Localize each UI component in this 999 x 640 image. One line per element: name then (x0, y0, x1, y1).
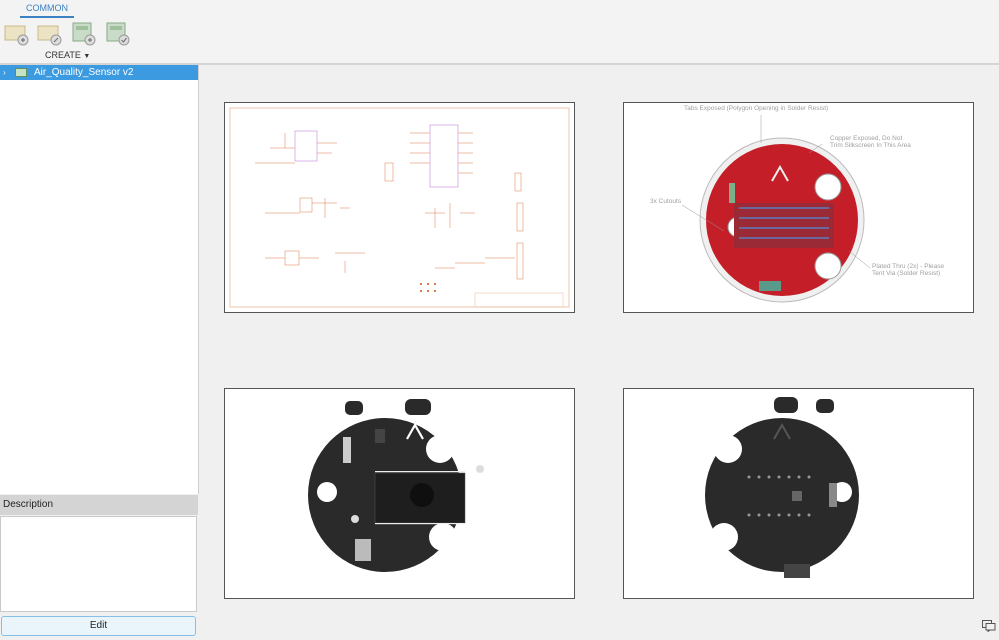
new-library-icon[interactable] (70, 20, 96, 46)
annotation-plated-1: Plated Thru (2x) - Please (872, 263, 945, 270)
design-document-icon (15, 68, 27, 77)
annotation-copper-2: Trim Silkscreen In This Area (830, 142, 911, 149)
create-menu[interactable]: CREATE ▼ (45, 50, 90, 60)
derive-icon[interactable] (104, 20, 130, 46)
chevron-right-icon[interactable]: › (3, 65, 6, 80)
browser-tree: › Air_Quality_Sensor v2 (0, 65, 199, 494)
preview-area: Tabs Exposed (Polygon Opening in Solder … (201, 65, 999, 640)
board-3d-bottom-preview (705, 397, 859, 578)
chevron-down-icon: ▼ (83, 53, 91, 60)
new-design-linked-icon[interactable] (36, 20, 62, 46)
tree-item-label: Air_Quality_Sensor v2 (34, 67, 134, 78)
description-header: Description (0, 495, 198, 515)
create-label: CREATE (45, 50, 81, 60)
annotation-plated-2: Tent Via (Solder Resist) (872, 270, 941, 277)
toolbar: COMMON CREATE ▼ (0, 0, 999, 65)
board-3d-top-thumbnail[interactable] (224, 388, 575, 599)
annotation-cutouts: 3x Cutouts (650, 198, 682, 205)
description-body (0, 516, 197, 612)
annotation-copper-1: Copper Exposed, Do Not (830, 135, 903, 142)
tab-common[interactable]: COMMON (20, 2, 74, 18)
annotation-tabs: Tabs Exposed (Polygon Opening in Solder … (684, 105, 829, 112)
comments-icon[interactable] (982, 620, 996, 632)
new-design-icon[interactable] (3, 20, 29, 46)
schematic-thumbnail[interactable] (224, 102, 575, 313)
board-3d-top-preview (308, 399, 484, 572)
tree-item-design[interactable]: › Air_Quality_Sensor v2 (0, 65, 198, 80)
pcb-layout-preview (681, 115, 871, 303)
edit-button[interactable]: Edit (1, 616, 196, 636)
pcb-layout-thumbnail[interactable]: Tabs Exposed (Polygon Opening in Solder … (623, 102, 974, 313)
board-3d-bottom-thumbnail[interactable] (623, 388, 974, 599)
schematic-preview (229, 107, 570, 308)
